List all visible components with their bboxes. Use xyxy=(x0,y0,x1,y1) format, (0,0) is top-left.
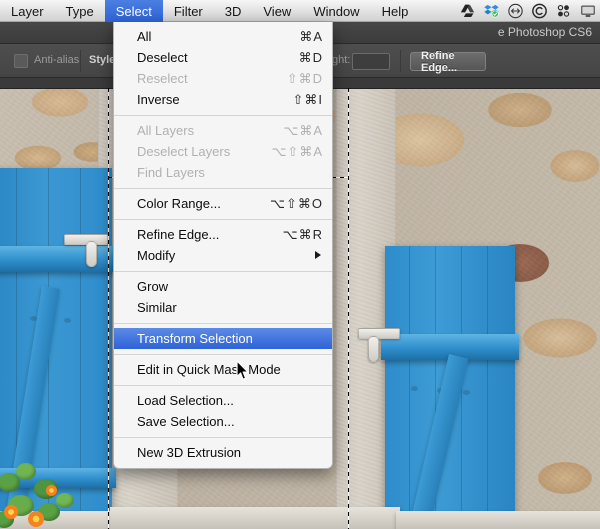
nasturtium-plant xyxy=(0,455,104,529)
menu-type[interactable]: Type xyxy=(55,0,105,22)
menu-item-transform-selection[interactable]: Transform Selection xyxy=(114,328,332,349)
menu-item-label: Grow xyxy=(137,279,169,294)
menu-item-shortcut: ⇧⌘D xyxy=(286,70,323,86)
menu-item-label: All Layers xyxy=(137,123,195,138)
menu-item-deselect-layers: Deselect Layers ⌥⇧⌘A xyxy=(114,141,332,162)
menu-item-shortcut: ⇧⌘I xyxy=(292,91,323,107)
selection-marquee-right xyxy=(348,88,349,529)
anti-alias-checkbox[interactable] xyxy=(14,54,28,68)
window-sill-right xyxy=(396,511,600,529)
refine-edge-button[interactable]: Refine Edge... xyxy=(410,50,486,74)
menu-help[interactable]: Help xyxy=(371,0,420,22)
menu-item-label: Color Range... xyxy=(137,196,221,211)
menu-item-shortcut: ⌥⌘A xyxy=(283,122,323,138)
menu-item-color-range[interactable]: Color Range... ⌥⇧⌘O xyxy=(114,193,332,214)
menu-item-grow[interactable]: Grow xyxy=(114,276,332,297)
select-menu-dropdown[interactable]: All ⌘A Deselect ⌘D Reselect ⇧⌘D Inverse ⇧⌘I … xyxy=(113,22,333,469)
options-separator-2 xyxy=(400,50,401,72)
options-separator-1 xyxy=(80,50,81,72)
menu-item-shortcut: ⌥⇧⌘O xyxy=(270,195,323,211)
creative-cloud-icon[interactable] xyxy=(531,3,548,19)
shutter-latch-right xyxy=(368,336,379,362)
window-sill-center xyxy=(110,507,400,529)
menu-item-label: Deselect Layers xyxy=(137,144,231,159)
selection-marquee-left xyxy=(108,88,109,529)
mouse-cursor xyxy=(236,360,250,381)
menu-item-shortcut: ⌥⌘R xyxy=(282,226,323,242)
shutter-latch-left xyxy=(86,241,97,267)
menu-divider-6 xyxy=(114,354,332,355)
menu-item-label: New 3D Extrusion xyxy=(137,445,242,460)
submenu-arrow-icon xyxy=(315,251,321,259)
menu-item-load-selection[interactable]: Load Selection... xyxy=(114,390,332,411)
menu-item-all[interactable]: All ⌘A xyxy=(114,26,332,47)
screen: e Photoshop CS6 Anti-alias Style: ght: R… xyxy=(0,0,600,529)
menu-window[interactable]: Window xyxy=(302,0,370,22)
menu-item-label: Deselect xyxy=(137,50,188,65)
menu-divider-5 xyxy=(114,323,332,324)
menu-item-label: Inverse xyxy=(137,92,180,107)
height-input[interactable] xyxy=(352,53,390,70)
menu-divider-7 xyxy=(114,385,332,386)
menu-item-shortcut: ⌘A xyxy=(299,28,323,44)
shutter-hinge-right xyxy=(358,328,400,339)
menu-divider-3 xyxy=(114,219,332,220)
menu-3d[interactable]: 3D xyxy=(214,0,253,22)
menu-item-new-3d-extrusion[interactable]: New 3D Extrusion xyxy=(114,442,332,463)
display-icon[interactable] xyxy=(579,3,596,19)
mac-menu-bar: Layer Type Select Filter 3D View Window … xyxy=(0,0,600,22)
menu-item-edit-in-quick-mask-mode[interactable]: Edit in Quick Mask Mode xyxy=(114,359,332,380)
menu-divider-1 xyxy=(114,115,332,116)
dropbox-icon[interactable] xyxy=(483,3,500,19)
menu-item-label: Refine Edge... xyxy=(137,227,220,242)
menu-divider-2 xyxy=(114,188,332,189)
menu-item-reselect: Reselect ⇧⌘D xyxy=(114,68,332,89)
menu-item-similar[interactable]: Similar xyxy=(114,297,332,318)
menu-item-label: Transform Selection xyxy=(137,331,253,346)
menu-item-label: Reselect xyxy=(137,71,188,86)
menu-item-find-layers: Find Layers xyxy=(114,162,332,183)
menu-select[interactable]: Select xyxy=(104,0,163,22)
menu-view[interactable]: View xyxy=(252,0,302,22)
google-drive-icon[interactable] xyxy=(459,3,476,19)
menu-item-label: Similar xyxy=(137,300,177,315)
menu-item-shortcut: ⌘D xyxy=(298,49,323,65)
menu-item-label: Load Selection... xyxy=(137,393,234,408)
menu-item-shortcut: ⌥⇧⌘A xyxy=(271,143,323,159)
photoshop-title: e Photoshop CS6 xyxy=(497,25,592,39)
menu-item-label: Find Layers xyxy=(137,165,205,180)
menu-item-inverse[interactable]: Inverse ⇧⌘I xyxy=(114,89,332,110)
menu-divider-4 xyxy=(114,271,332,272)
menu-filter[interactable]: Filter xyxy=(163,0,214,22)
menu-divider-8 xyxy=(114,437,332,438)
anti-alias-label: Anti-alias xyxy=(34,54,80,66)
menu-item-refine-edge[interactable]: Refine Edge... ⌥⌘R xyxy=(114,224,332,245)
blue-shutter-right xyxy=(381,246,519,529)
height-label: ght: xyxy=(332,54,351,66)
menu-item-label: Save Selection... xyxy=(137,414,235,429)
menu-layer[interactable]: Layer xyxy=(0,0,55,22)
menu-item-deselect[interactable]: Deselect ⌘D xyxy=(114,47,332,68)
menu-bar-status-items xyxy=(459,0,596,22)
menu-item-modify[interactable]: Modify xyxy=(114,245,332,266)
bartender-dots-icon[interactable] xyxy=(555,3,572,19)
menu-item-label: All xyxy=(137,29,152,44)
menu-item-save-selection[interactable]: Save Selection... xyxy=(114,411,332,432)
menu-item-label: Edit in Quick Mask Mode xyxy=(137,362,281,377)
menu-item-all-layers: All Layers ⌥⌘A xyxy=(114,120,332,141)
menu-item-label: Modify xyxy=(137,248,176,263)
teamviewer-icon[interactable] xyxy=(507,3,524,19)
